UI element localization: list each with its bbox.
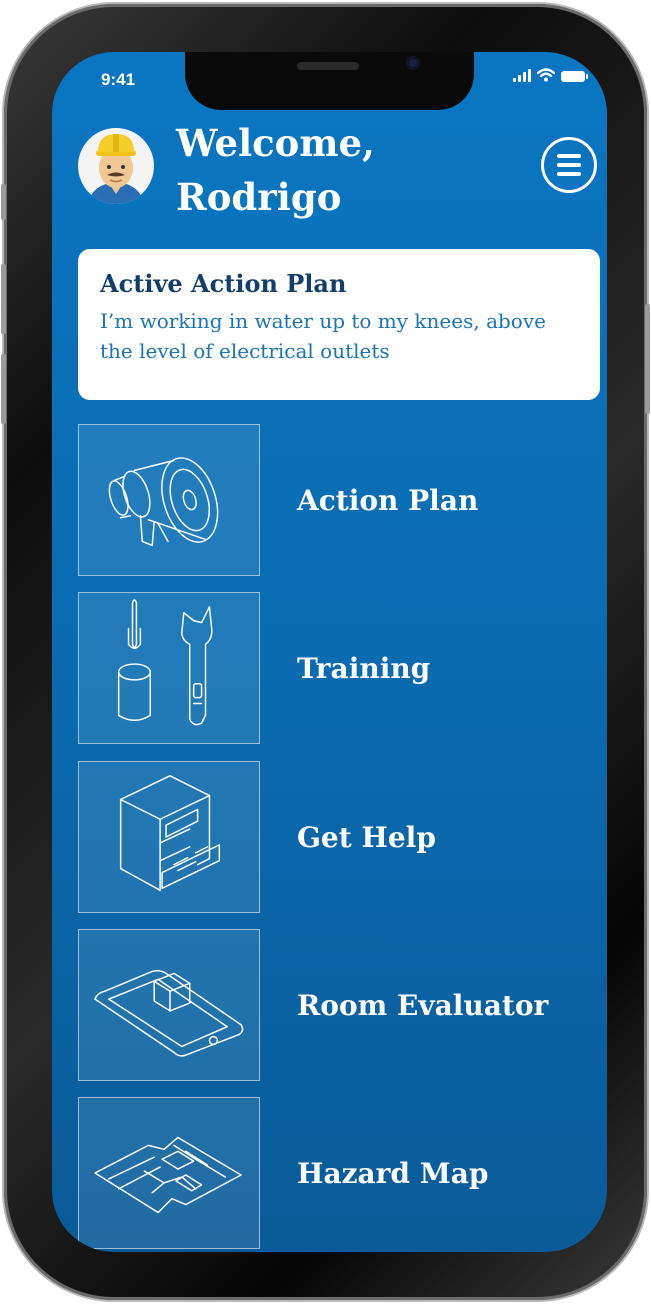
volume-down-button xyxy=(1,354,6,424)
status-icons xyxy=(513,68,588,82)
active-plan-title: Active Action Plan xyxy=(100,269,347,298)
menu-item-action-plan[interactable]: Action Plan xyxy=(78,424,600,576)
notch xyxy=(185,52,474,110)
active-action-plan-card[interactable]: Active Action Plan I’m working in water … xyxy=(78,249,600,400)
menu-item-label: Training xyxy=(297,651,431,685)
phone-ar-icon xyxy=(78,929,260,1081)
map-icon xyxy=(78,1097,260,1249)
app-screen: 9:41 Welcome, Rodrigo Active Action Plan… xyxy=(52,52,607,1252)
front-camera xyxy=(406,56,420,70)
volume-up-button xyxy=(1,264,6,334)
megaphone-icon xyxy=(78,424,260,576)
tools-icon xyxy=(78,592,260,744)
status-time: 9:41 xyxy=(101,70,136,89)
avatar[interactable] xyxy=(78,128,154,204)
filing-cabinet-icon xyxy=(78,761,260,913)
welcome-line1: Welcome, xyxy=(176,121,375,165)
menu-item-room-evaluator[interactable]: Room Evaluator xyxy=(78,929,600,1081)
menu-item-hazard-map[interactable]: Hazard Map xyxy=(78,1097,600,1249)
menu-item-get-help[interactable]: Get Help xyxy=(78,761,600,913)
menu-item-training[interactable]: Training xyxy=(78,592,600,744)
speaker xyxy=(297,62,359,70)
user-name: Rodrigo xyxy=(176,175,342,219)
power-button xyxy=(645,304,650,414)
menu-item-label: Hazard Map xyxy=(297,1156,489,1190)
hamburger-icon-bar xyxy=(557,172,581,176)
mute-switch xyxy=(1,184,6,220)
battery-icon xyxy=(561,71,588,82)
welcome-heading: Welcome, Rodrigo xyxy=(176,116,375,224)
wifi-icon xyxy=(537,68,555,82)
menu-item-label: Action Plan xyxy=(297,483,479,517)
hamburger-icon-bar xyxy=(557,163,581,167)
active-plan-description: I’m working in water up to my knees, abo… xyxy=(100,309,546,363)
hamburger-icon-bar xyxy=(557,154,581,158)
signal-icon xyxy=(513,68,531,82)
phone-frame: 9:41 Welcome, Rodrigo Active Action Plan… xyxy=(1,4,650,1300)
worker-avatar-icon xyxy=(88,134,144,204)
menu-item-label: Room Evaluator xyxy=(297,988,549,1022)
hamburger-menu-button[interactable] xyxy=(541,137,597,193)
menu-item-label: Get Help xyxy=(297,820,436,854)
